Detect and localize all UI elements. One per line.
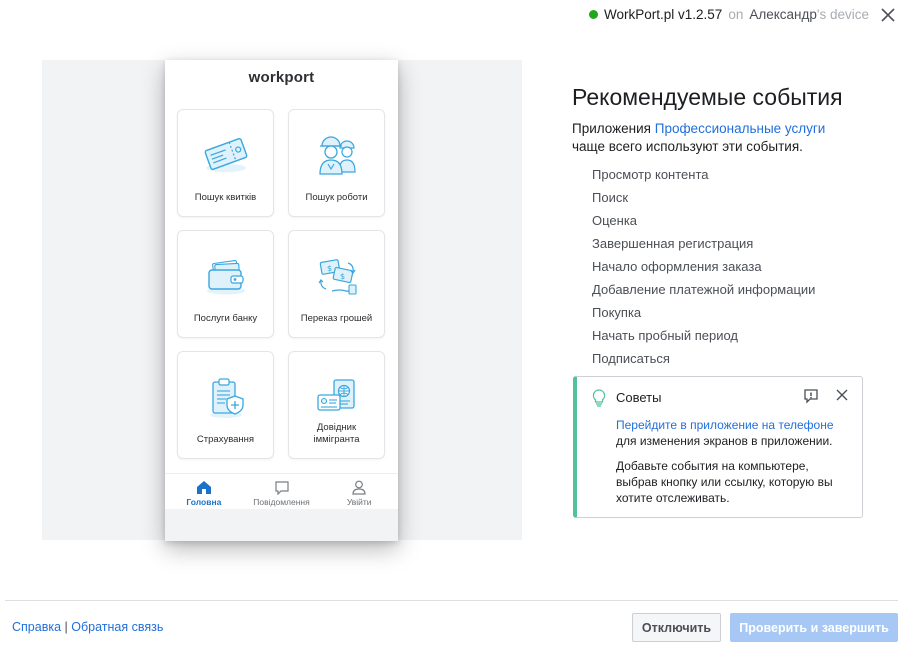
list-item: Оценка — [592, 213, 638, 228]
list-item: Покупка — [592, 305, 642, 320]
help-link[interactable]: Справка — [12, 620, 61, 634]
phone-tab-bar: Головна Повідомлення Увійти — [165, 473, 398, 509]
svg-text:$: $ — [340, 272, 345, 281]
top-bar: WorkPort.pl v1.2.57 on Александр's devic… — [0, 0, 907, 32]
lightbulb-icon — [592, 389, 606, 407]
tile-label: Довідник іммігранта — [313, 422, 360, 445]
insurance-clipboard-icon — [209, 378, 244, 418]
workers-icon — [318, 136, 356, 175]
recommended-events-panel: Рекомендуемые события Приложения Професс… — [572, 84, 872, 370]
money-transfer-icon: $ $ — [318, 259, 357, 295]
tile-label: Страхування — [196, 434, 255, 445]
device-owner: Александр's device — [749, 7, 869, 22]
tile-label: Пошук роботи — [305, 192, 368, 203]
panel-title: Рекомендуемые события — [572, 84, 843, 110]
feedback-link[interactable]: Обратная связь — [71, 620, 163, 634]
connected-status-dot — [589, 10, 598, 19]
app-version: WorkPort.pl v1.2.57 — [604, 7, 723, 22]
tips-box: Советы Перейдите в приложение на телефон… — [573, 376, 863, 518]
user-icon — [352, 480, 366, 495]
wallet-icon — [206, 260, 245, 295]
ticket-icon — [204, 137, 247, 172]
footer-divider — [5, 600, 898, 601]
tips-text-computer: Добавьте события на компьютере, выбрав к… — [616, 459, 833, 505]
list-item: Начать пробный период — [592, 328, 739, 343]
professional-services-link[interactable]: Профессиональные услуги — [655, 121, 826, 136]
feedback-icon[interactable] — [803, 388, 819, 404]
verify-and-finish-button[interactable]: Проверить и завершить — [730, 613, 898, 642]
close-icon[interactable] — [879, 6, 897, 24]
device-status: WorkPort.pl v1.2.57 on Александр's devic… — [589, 7, 869, 22]
passport-icon — [316, 379, 355, 411]
tile-ticket-search[interactable]: Пошук квитків — [177, 109, 274, 217]
workport-logo: workport — [248, 69, 315, 86]
tips-title: Советы — [616, 390, 662, 405]
list-item: Начало оформления заказа — [592, 259, 762, 274]
footer-links: Справка | Обратная связь — [12, 620, 163, 634]
tab-label: Головна — [186, 497, 222, 507]
tile-label: Послуги банку — [193, 313, 258, 324]
tile-label: Пошук квитків — [194, 192, 257, 203]
svg-text:$: $ — [327, 264, 332, 273]
tips-text-phone: Перейдите в приложение на телефоне для и… — [616, 418, 834, 448]
home-icon — [196, 481, 211, 494]
tab-label: Повідомлення — [253, 497, 310, 507]
phone-tab-messages[interactable]: Повідомлення — [243, 474, 321, 509]
tile-label: Переказ грошей — [300, 313, 373, 324]
tile-immigrant-guide[interactable]: Довідник іммігранта — [288, 351, 385, 459]
open-on-phone-link[interactable]: Перейдите в приложение на телефоне — [616, 418, 834, 432]
list-item: Добавление платежной информации — [592, 282, 816, 297]
disable-button[interactable]: Отключить — [632, 613, 721, 642]
tile-money-transfer[interactable]: $ $ Переказ грошей — [288, 230, 385, 338]
footer-separator: | — [64, 620, 68, 634]
list-item: Поиск — [592, 190, 629, 205]
phone-tab-home[interactable]: Головна — [165, 474, 243, 509]
list-item: Просмотр контента — [592, 167, 709, 182]
events-list: Просмотр контента Поиск Оценка Завершенн… — [572, 163, 872, 370]
tile-job-search[interactable]: Пошук роботи — [288, 109, 385, 217]
phone-screen-preview: workport Пошук квитків Пошук роботи Посл… — [165, 60, 398, 541]
phone-bottom-area — [165, 509, 398, 541]
close-tips-icon[interactable] — [835, 388, 849, 402]
status-on-label: on — [728, 7, 744, 22]
panel-intro: Приложения Профессиональные услуги чаще … — [572, 121, 826, 154]
list-item: Подписаться — [592, 351, 670, 366]
list-item: Завершенная регистрация — [592, 236, 754, 251]
tab-label: Увійти — [346, 497, 372, 507]
tile-bank-services[interactable]: Послуги банку — [177, 230, 274, 338]
message-icon — [274, 481, 289, 495]
tile-insurance[interactable]: Страхування — [177, 351, 274, 459]
phone-tab-login[interactable]: Увійти — [320, 474, 398, 509]
